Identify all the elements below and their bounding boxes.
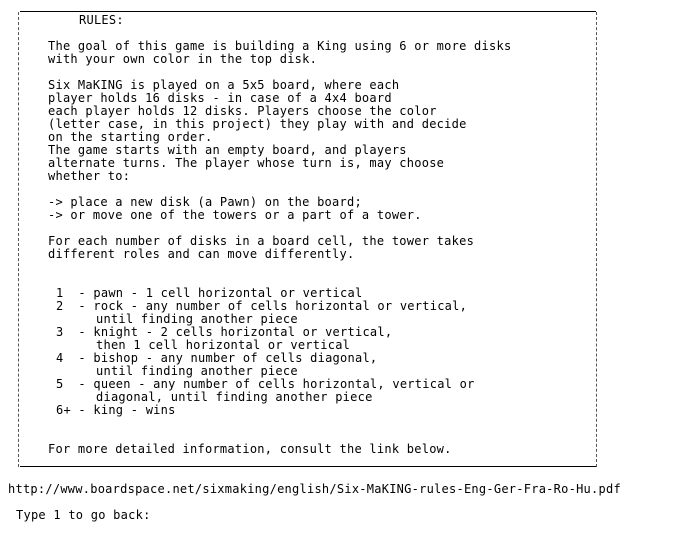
piece-king: 6+ - king - wins [56, 403, 176, 417]
back-prompt[interactable]: Type 1 to go back: [16, 509, 151, 522]
console-window: RULES: The goal of this game is building… [0, 0, 682, 541]
box-right-border [596, 12, 597, 467]
option-line: -> or move one of the towers or a part o… [48, 208, 422, 222]
footer-line: For more detailed information, consult t… [48, 442, 452, 456]
rules-link[interactable]: http://www.boardspace.net/sixmaking/engl… [8, 483, 621, 496]
box-bottom-border [20, 466, 596, 467]
goal-line: with your own color in the top disk. [48, 52, 318, 66]
setup-line: whether to: [48, 169, 131, 183]
roles-intro-line: different roles and can move differently… [48, 247, 355, 261]
box-top-border [20, 11, 596, 12]
rules-title: RULES: [79, 13, 124, 27]
box-left-border [18, 12, 19, 467]
